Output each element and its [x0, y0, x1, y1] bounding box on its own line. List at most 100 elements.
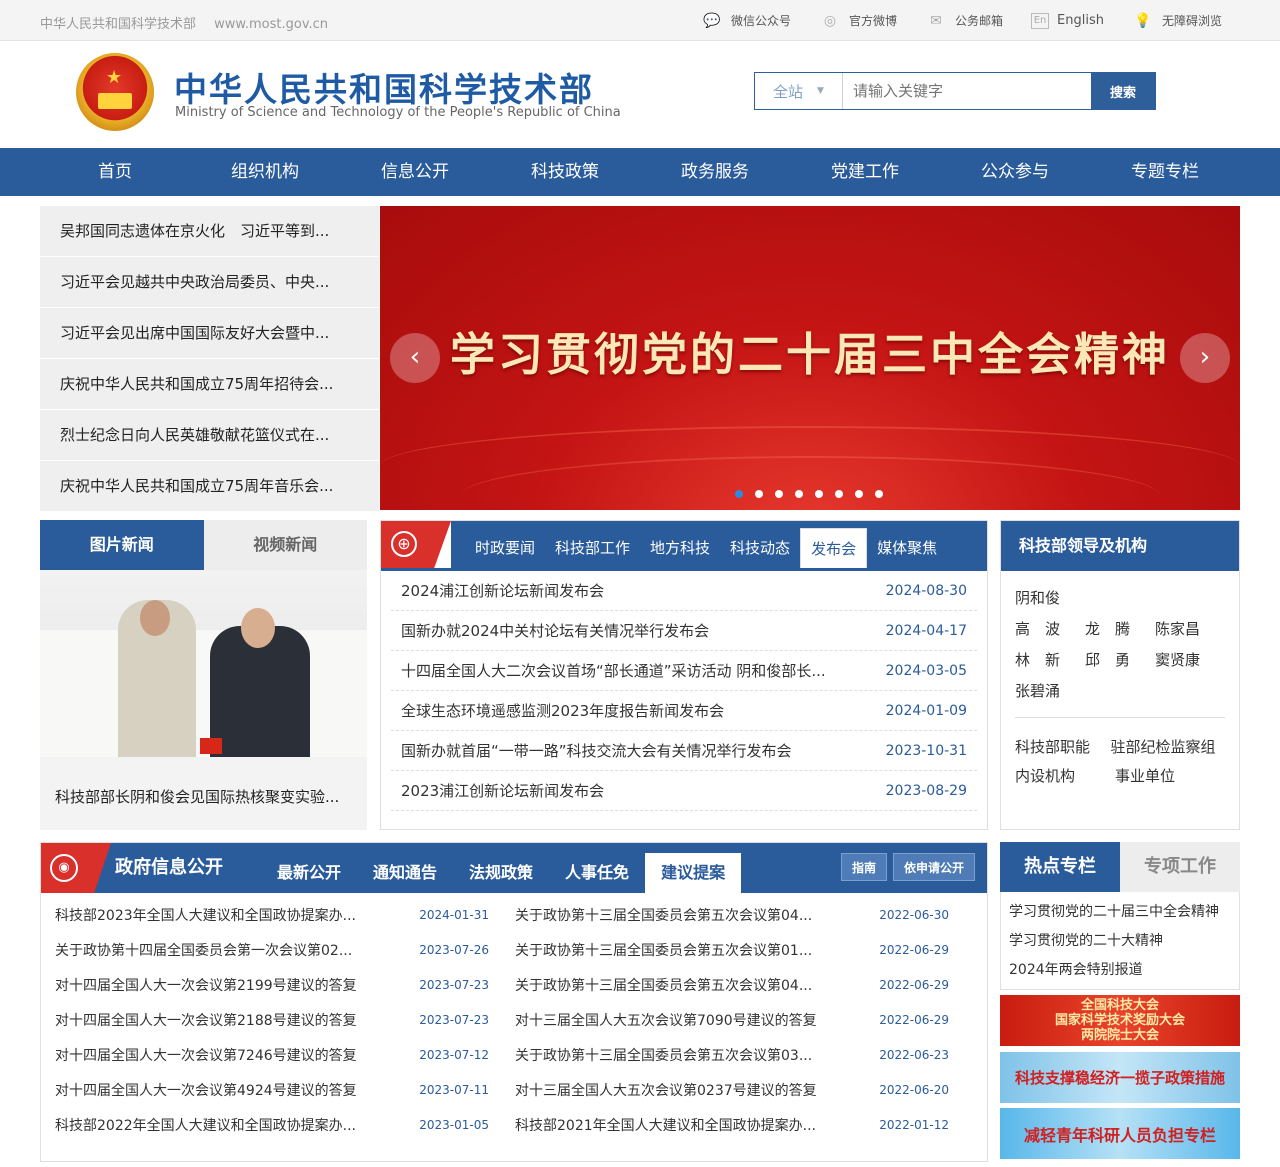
leaders-title[interactable]: 科技部领导及机构	[1001, 521, 1239, 571]
promo-banner-young-researchers[interactable]: 减轻青年科研人员负担专栏	[1000, 1108, 1240, 1159]
mail-link[interactable]: ✉ 公务邮箱	[925, 12, 1003, 30]
leader-name[interactable]: 林 新	[1015, 649, 1085, 670]
nav-information[interactable]: 信息公开	[340, 148, 490, 196]
apply-disclosure-button[interactable]: 依申请公开	[892, 853, 975, 881]
news-photo[interactable]	[40, 570, 367, 757]
carousel-prev-button[interactable]: ‹	[390, 333, 440, 383]
hot-topic-item[interactable]: 学习贯彻党的二十大精神	[1009, 927, 1231, 956]
news-row[interactable]: 国新办就2024中关村论坛有关情况举行发布会 2024-04-17	[391, 611, 977, 651]
headline-item[interactable]: 习近平会见越共中央政治局委员、中央...	[40, 257, 379, 308]
headline-item[interactable]: 习近平会见出席中国国际友好大会暨中...	[40, 308, 379, 359]
gov-row[interactable]: 关于政协第十三届全国委员会第五次会议第01... 2022-06-29	[515, 932, 975, 967]
news-row[interactable]: 十四届全国人大二次会议首场“部长通道”采访活动 阴和俊部长... 2024-03-…	[391, 651, 977, 691]
gov-title: 对十三届全国人大五次会议第0237号建议的答复	[515, 1082, 817, 1099]
hot-topic-item[interactable]: 2024年两会特别报道	[1009, 956, 1231, 985]
nav-home[interactable]: 首页	[40, 148, 190, 196]
gov-row[interactable]: 关于政协第十三届全国委员会第五次会议第03... 2022-06-23	[515, 1037, 975, 1072]
gov-row[interactable]: 对十三届全国人大五次会议第0237号建议的答复 2022-06-20	[515, 1072, 975, 1107]
tab-local-tech[interactable]: 地方科技	[640, 528, 720, 568]
site-url[interactable]: www.most.gov.cn	[214, 17, 328, 32]
carousel-dot[interactable]	[875, 490, 883, 498]
promo-line: 全国科技大会	[1080, 998, 1159, 1013]
carousel-dot[interactable]	[815, 490, 823, 498]
org-link[interactable]: 驻部纪检监察组	[1110, 736, 1225, 757]
carousel-dot[interactable]	[755, 490, 763, 498]
carousel-dot[interactable]	[735, 490, 743, 498]
photo-caption[interactable]: 科技部部长阴和俊会见国际热核聚变实验...	[40, 757, 367, 830]
tab-video-news[interactable]: 视频新闻	[203, 520, 367, 570]
gov-row[interactable]: 科技部2022年全国人大建议和全国政协提案办... 2023-01-05	[55, 1107, 515, 1142]
wechat-link[interactable]: 💬 微信公众号	[701, 12, 791, 30]
news-row[interactable]: 国新办就首届“一带一路”科技交流大会有关情况举行发布会 2023-10-31	[391, 731, 977, 771]
tab-regulations[interactable]: 法规政策	[453, 853, 549, 893]
leader-name[interactable]: 龙 腾	[1085, 618, 1155, 639]
national-emblem-icon[interactable]: ★	[76, 53, 154, 131]
tab-proposals[interactable]: 建议提案	[645, 853, 742, 893]
gov-row[interactable]: 对十三届全国人大五次会议第7090号建议的答复 2022-06-29	[515, 1002, 975, 1037]
gov-row[interactable]: 关于政协第十三届全国委员会第五次会议第04... 2022-06-29	[515, 967, 975, 1002]
nav-policy[interactable]: 科技政策	[490, 148, 640, 196]
headline-item[interactable]: 庆祝中华人民共和国成立75周年招待会...	[40, 359, 379, 410]
carousel-next-button[interactable]: ›	[1180, 333, 1230, 383]
news-title: 全球生态环境遥感监测2023年度报告新闻发布会	[401, 702, 725, 720]
gov-row[interactable]: 对十四届全国人大一次会议第7246号建议的答复 2023-07-12	[55, 1037, 515, 1072]
guide-button[interactable]: 指南	[840, 853, 887, 881]
carousel-dot[interactable]	[795, 490, 803, 498]
nav-topics[interactable]: 专题专栏	[1090, 148, 1240, 196]
leader-name[interactable]: 窦贤康	[1155, 649, 1225, 670]
gov-row[interactable]: 科技部2023年全国人大建议和全国政协提案办... 2024-01-31	[55, 897, 515, 932]
leader-name[interactable]: 高 波	[1015, 618, 1085, 639]
english-link[interactable]: En English	[1031, 12, 1104, 29]
nav-organization[interactable]: 组织机构	[190, 148, 340, 196]
gov-row[interactable]: 关于政协第十四届全国委员会第一次会议第02... 2023-07-26	[55, 932, 515, 967]
org-link[interactable]: 内设机构	[1015, 765, 1115, 786]
gov-row[interactable]: 科技部2021年全国人大建议和全国政协提案办... 2022-01-12	[515, 1107, 975, 1142]
promo-banner-tech-conference[interactable]: 全国科技大会 国家科学技术奖励大会 两院院士大会	[1000, 995, 1240, 1046]
search-input[interactable]	[843, 73, 1091, 109]
news-row[interactable]: 全球生态环境遥感监测2023年度报告新闻发布会 2024-01-09	[391, 691, 977, 731]
nav-public[interactable]: 公众参与	[940, 148, 1090, 196]
banner-carousel[interactable]: 学习贯彻党的二十届三中全会精神 ‹ ›	[380, 206, 1240, 510]
search-scope-select[interactable]: 全站 ▼	[755, 73, 843, 109]
tab-special-work[interactable]: 专项工作	[1120, 842, 1240, 892]
news-row[interactable]: 2023浦江创新论坛新闻发布会 2023-08-29	[391, 771, 977, 811]
gov-row[interactable]: 关于政协第十三届全国委员会第五次会议第04... 2022-06-30	[515, 897, 975, 932]
leader-name[interactable]: 陈家昌	[1155, 618, 1225, 639]
tab-hot-topics[interactable]: 热点专栏	[1000, 842, 1120, 892]
leader-name[interactable]: 张碧涌	[1015, 680, 1085, 701]
headline-item[interactable]: 吴邦国同志遗体在京火化 习近平等到...	[40, 206, 379, 257]
leader-name[interactable]: 邱 勇	[1085, 649, 1155, 670]
tab-notices[interactable]: 通知通告	[357, 853, 453, 893]
nav-party[interactable]: 党建工作	[790, 148, 940, 196]
weibo-link[interactable]: ◎ 官方微博	[819, 12, 897, 30]
tab-photo-news[interactable]: 图片新闻	[40, 520, 204, 570]
headline-item[interactable]: 庆祝中华人民共和国成立75周年音乐会...	[40, 461, 379, 512]
tab-press-conference[interactable]: 发布会	[800, 528, 868, 568]
org-link[interactable]: 事业单位	[1115, 765, 1215, 786]
leader-name[interactable]: 阴和俊	[1015, 587, 1085, 608]
accessibility-link[interactable]: 💡 无障碍浏览	[1132, 12, 1222, 30]
gov-row[interactable]: 对十四届全国人大一次会议第2188号建议的答复 2023-07-23	[55, 1002, 515, 1037]
tab-ministry-work[interactable]: 科技部工作	[545, 528, 640, 568]
tab-media-focus[interactable]: 媒体聚焦	[867, 528, 947, 568]
nav-services[interactable]: 政务服务	[640, 148, 790, 196]
gov-row[interactable]: 对十四届全国人大一次会议第2199号建议的答复 2023-07-23	[55, 967, 515, 1002]
site-title[interactable]: 中华人民共和国科学技术部	[174, 63, 594, 111]
carousel-dot[interactable]	[775, 490, 783, 498]
carousel-dot[interactable]	[835, 490, 843, 498]
org-link[interactable]: 科技部职能	[1015, 736, 1110, 757]
tab-latest[interactable]: 最新公开	[261, 853, 357, 893]
headline-item[interactable]: 烈士纪念日向人民英雄敬献花篮仪式在...	[40, 410, 379, 461]
search-button[interactable]: 搜索	[1091, 73, 1155, 109]
hot-topic-item[interactable]: 学习贯彻党的二十届三中全会精神	[1009, 898, 1231, 927]
search-bar: 全站 ▼ 搜索	[754, 72, 1156, 110]
gov-row[interactable]: 对十四届全国人大一次会议第4924号建议的答复 2023-07-11	[55, 1072, 515, 1107]
tab-personnel[interactable]: 人事任免	[549, 853, 645, 893]
gov-date: 2023-07-26	[419, 942, 489, 957]
promo-banner-economy[interactable]: 科技支撑稳经济一揽子政策措施	[1000, 1052, 1240, 1103]
tab-politics[interactable]: 时政要闻	[465, 528, 545, 568]
tab-tech-news[interactable]: 科技动态	[720, 528, 800, 568]
gov-info-title[interactable]: 政府信息公开	[115, 843, 223, 893]
carousel-dot[interactable]	[855, 490, 863, 498]
news-row[interactable]: 2024浦江创新论坛新闻发布会 2024-08-30	[391, 571, 977, 611]
